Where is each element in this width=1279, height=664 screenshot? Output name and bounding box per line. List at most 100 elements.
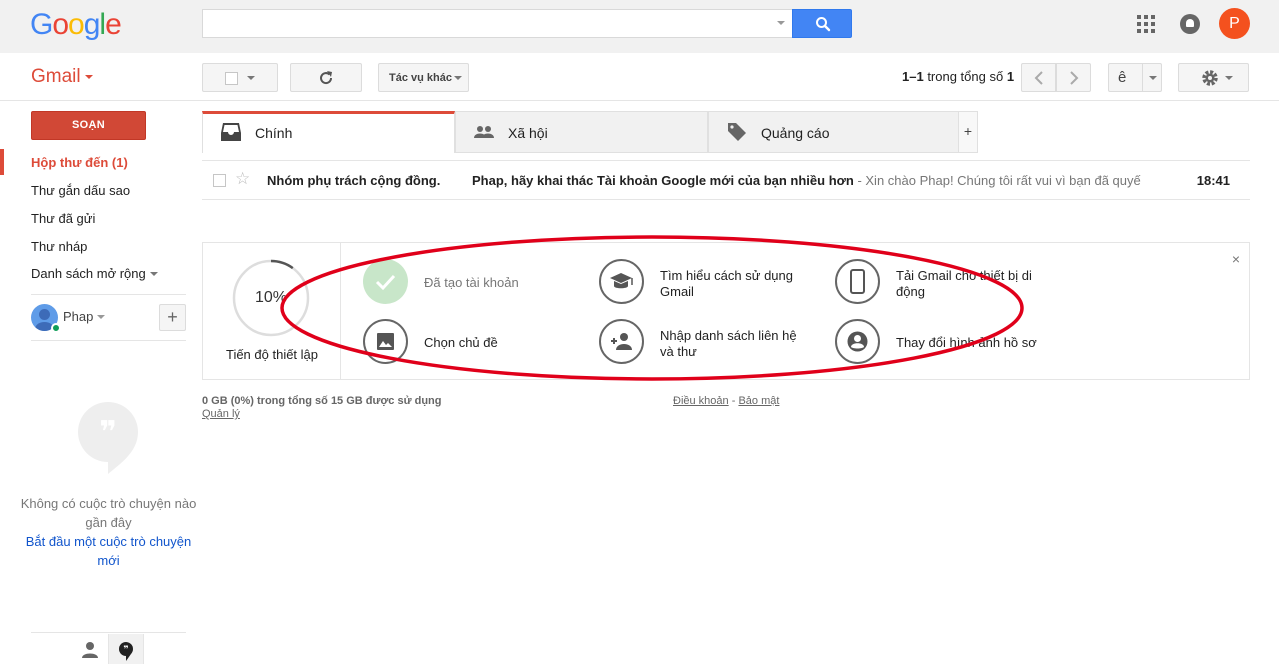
task-label[interactable]: Tìm hiểu cách sử dụng Gmail [660,268,810,300]
select-all-button[interactable] [202,63,278,92]
logo-letter: g [83,8,101,41]
svg-text:❞: ❞ [123,645,128,655]
sidebar-item-inbox[interactable]: Hộp thư đến (1) [31,155,128,170]
email-time: 18:41 [1196,173,1230,188]
close-icon[interactable]: × [1232,251,1240,267]
search-input[interactable] [202,9,793,38]
tab-label: Chính [255,125,293,141]
task-learn-gmail[interactable] [599,259,644,304]
sidebar-item-more-label: Danh sách mở rộng [31,266,146,281]
logo-letter: G [30,8,53,41]
check-icon [375,274,396,291]
task-choose-theme[interactable] [363,319,408,364]
chevron-down-icon [150,272,159,276]
chevron-down-icon [247,76,255,80]
search-options-icon[interactable] [777,21,785,25]
new-chat-button[interactable]: + [159,304,186,331]
logo-letter: e [105,8,122,41]
sidebar-item-sent[interactable]: Thư đã gửi [31,211,95,226]
category-tabs: Chính Xã hội Quảng cáo [202,111,978,153]
tab-primary[interactable]: Chính [202,111,455,153]
pagination-info: 1–1 trong tổng số 1 [902,69,1014,84]
divider [31,340,186,341]
sidebar-item-drafts[interactable]: Thư nháp [31,239,87,254]
contacts-person-icon[interactable] [76,638,104,664]
tag-icon [728,123,746,141]
logo-letter: o [68,8,85,41]
account-circle-icon [847,331,868,352]
privacy-link[interactable]: Bảo mật [738,395,779,407]
star-icon[interactable]: ☆ [235,169,250,189]
progress-percent: 10% [254,289,288,306]
refresh-button[interactable] [290,63,362,92]
email-sender: Nhóm phụ trách cộng đồng. [267,173,441,188]
email-subject-line: Phap, hãy khai thác Tài khoản Google mới… [472,173,1162,188]
task-profile-photo[interactable] [835,319,880,364]
more-actions-button[interactable]: Tác vụ khác [378,63,469,92]
settings-button[interactable] [1178,63,1249,92]
mobile-phone-icon [850,269,865,294]
task-label[interactable]: Nhập danh sách liên hệ và thư [660,328,810,360]
hangouts-quote-icon[interactable]: ❞ [112,638,140,664]
notifications-bell-icon[interactable] [1180,14,1200,34]
tab-promotions[interactable]: Quảng cáo [708,111,960,153]
gmail-menu[interactable]: Gmail [31,66,93,88]
task-label: Đã tạo tài khoản [424,275,519,290]
task-label[interactable]: Thay đổi hình ảnh hồ sơ [896,335,1046,351]
gmail-label: Gmail [31,66,81,87]
active-indicator [0,149,4,175]
start-chat-link[interactable]: Bắt đầu một cuộc trò chuyện mới [20,532,197,570]
tab-label: Xã hội [508,125,548,141]
divider [31,294,186,295]
online-status-icon [51,323,61,333]
page-total: 1 [1006,69,1015,84]
gear-icon [1202,70,1218,86]
account-avatar[interactable]: P [1219,8,1250,39]
task-label[interactable]: Tải Gmail cho thiết bị di động [896,268,1046,300]
manage-storage-link[interactable]: Quản lý [202,408,240,420]
search-button[interactable] [792,9,852,38]
older-button[interactable] [1056,63,1091,92]
top-bar: Google P [0,0,1279,53]
task-mobile-app[interactable] [835,259,880,304]
compose-button[interactable]: SOẠN [31,111,146,140]
search-icon [816,17,831,32]
chevron-left-icon [1034,71,1043,85]
setup-progress-section: 10% Tiến độ thiết lập [203,243,341,379]
setup-progress-panel: 10% Tiến độ thiết lập Đã tạo tài khoản T… [202,242,1250,380]
input-tools-button[interactable]: ê [1108,63,1162,92]
task-label[interactable]: Chọn chủ đề [424,335,574,351]
people-icon [474,126,494,138]
inbox-icon [221,123,241,141]
apps-grid-icon[interactable] [1137,15,1155,33]
more-actions-label: Tác vụ khác [389,72,452,84]
add-tab-button[interactable]: + [958,111,978,153]
chevron-down-icon [1225,76,1233,80]
divider [31,632,186,633]
no-chats-text: Không có cuộc trò chuyện nào gần đây [20,496,197,530]
svg-text:❞: ❞ [99,415,117,450]
add-person-icon [611,333,632,350]
row-checkbox[interactable] [213,174,226,187]
sidebar-item-more[interactable]: Danh sách mở rộng [31,266,159,281]
terms-link[interactable]: Điều khoản [673,395,729,407]
email-snippet: - Xin chào Phap! Chúng tôi rất vui vì bạ… [853,173,1141,188]
toolbar: Gmail Tác vụ khác 1–1 trong tổng số 1 ê [0,53,1279,101]
image-icon [377,333,394,350]
sidebar-item-starred[interactable]: Thư gắn dấu sao [31,183,130,198]
hangouts-bubble-icon: ❞ [78,402,138,474]
tab-social[interactable]: Xã hội [455,111,708,153]
google-logo[interactable]: Google [30,8,122,42]
divider [1142,64,1143,91]
select-checkbox[interactable] [225,72,238,85]
chevron-down-icon[interactable] [97,315,105,319]
newer-button[interactable] [1021,63,1056,92]
task-account-created [363,259,408,304]
chevron-down-icon [454,76,462,80]
task-import-contacts[interactable] [599,319,644,364]
email-subject: Phap, hãy khai thác Tài khoản Google mới… [472,173,854,188]
table-row[interactable]: ☆ Nhóm phụ trách cộng đồng. Phap, hãy kh… [202,160,1250,200]
user-name[interactable]: Phap [63,309,93,324]
chevron-down-icon [84,74,93,79]
tab-label: Quảng cáo [761,125,830,141]
